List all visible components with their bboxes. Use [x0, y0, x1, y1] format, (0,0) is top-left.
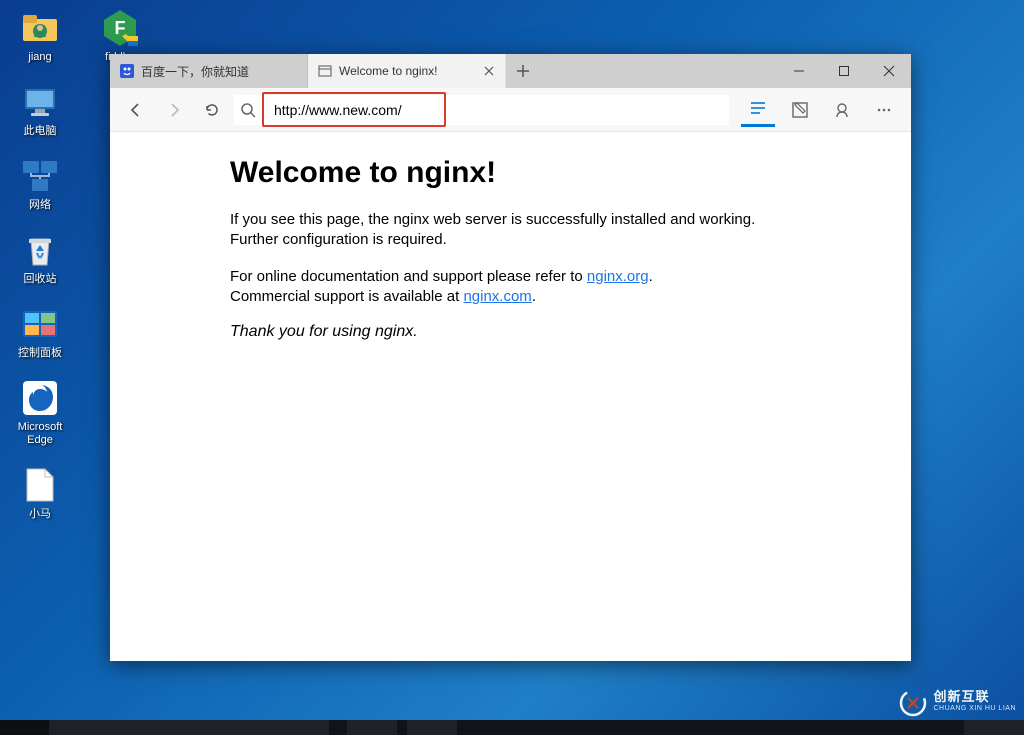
- close-button[interactable]: [866, 54, 911, 88]
- desktop: jiang 此电脑 网络 回收站 控制面板: [0, 0, 1024, 735]
- url-input[interactable]: [234, 95, 729, 125]
- desktop-icon-label: 控制面板: [18, 347, 62, 360]
- more-button[interactable]: [867, 93, 901, 127]
- tab-title: Welcome to nginx!: [339, 64, 476, 78]
- baidu-favicon-icon: [120, 64, 134, 78]
- new-tab-button[interactable]: [506, 54, 540, 88]
- tab-close-icon[interactable]: [483, 65, 495, 77]
- address-bar[interactable]: [234, 95, 729, 125]
- desktop-icon-recycle[interactable]: 回收站: [8, 230, 72, 286]
- tab-nginx[interactable]: Welcome to nginx!: [308, 54, 506, 88]
- desktop-icon-user[interactable]: jiang: [8, 8, 72, 64]
- taskbar-search[interactable]: [49, 720, 329, 735]
- recycle-bin-icon: [20, 230, 60, 270]
- window-controls: [776, 54, 911, 88]
- desktop-icon-file[interactable]: 小马: [8, 465, 72, 521]
- taskbar-tray[interactable]: [964, 720, 1024, 735]
- network-icon: [20, 156, 60, 196]
- search-icon: [234, 94, 262, 126]
- user-folder-icon: [20, 8, 60, 48]
- desktop-icon-control-panel[interactable]: 控制面板: [8, 304, 72, 360]
- desktop-icon-label: 网络: [29, 199, 51, 212]
- maximize-button[interactable]: [821, 54, 866, 88]
- page-thanks: Thank you for using nginx.: [230, 323, 791, 341]
- desktop-icon-edge[interactable]: Microsoft Edge: [8, 378, 72, 447]
- link-nginx-org[interactable]: nginx.org: [587, 268, 649, 285]
- desktop-icon-column: jiang 此电脑 网络 回收站 控制面板: [8, 8, 88, 521]
- share-button[interactable]: [825, 93, 859, 127]
- forward-button[interactable]: [158, 94, 190, 126]
- desktop-icon-label: 回收站: [24, 273, 57, 286]
- browser-window: 百度一下，你就知道 Welcome to nginx!: [110, 54, 911, 661]
- control-panel-icon: [20, 304, 60, 344]
- tab-title: 百度一下，你就知道: [141, 63, 297, 80]
- page-heading: Welcome to nginx!: [230, 156, 791, 190]
- desktop-icon-label: 此电脑: [24, 125, 57, 138]
- desktop-icon-label: 小马: [29, 508, 51, 521]
- start-button[interactable]: [0, 720, 49, 735]
- edge-icon: [20, 378, 60, 418]
- page-content: Welcome to nginx! If you see this page, …: [110, 132, 911, 661]
- link-nginx-com[interactable]: nginx.com: [463, 288, 531, 305]
- taskbar-item[interactable]: [407, 720, 457, 735]
- watermark-text-cn: 创新互联: [933, 691, 1016, 703]
- taskbar-item[interactable]: [347, 720, 397, 735]
- fiddler-icon: F: [100, 8, 140, 48]
- computer-icon: [20, 82, 60, 122]
- reading-view-button[interactable]: [741, 93, 775, 127]
- back-button[interactable]: [120, 94, 152, 126]
- tab-bar: 百度一下，你就知道 Welcome to nginx!: [110, 54, 911, 88]
- desktop-icon-label: jiang: [28, 51, 51, 64]
- page-paragraph: For online documentation and support ple…: [230, 267, 791, 308]
- svg-text:F: F: [115, 18, 126, 38]
- notes-button[interactable]: [783, 93, 817, 127]
- watermark: 创新互联 CHUANG XIN HU LIAN: [899, 689, 1016, 717]
- tab-baidu[interactable]: 百度一下，你就知道: [110, 54, 308, 88]
- toolbar: [110, 88, 911, 132]
- minimize-button[interactable]: [776, 54, 821, 88]
- watermark-logo-icon: [899, 689, 927, 717]
- desktop-icon-network[interactable]: 网络: [8, 156, 72, 212]
- taskbar[interactable]: [0, 720, 1024, 735]
- file-icon: [20, 465, 60, 505]
- desktop-icon-computer[interactable]: 此电脑: [8, 82, 72, 138]
- page-favicon-icon: [318, 64, 332, 78]
- desktop-icon-label: Microsoft Edge: [8, 421, 72, 447]
- watermark-text-en: CHUANG XIN HU LIAN: [933, 703, 1016, 715]
- page-paragraph: If you see this page, the nginx web serv…: [230, 210, 791, 251]
- refresh-button[interactable]: [196, 94, 228, 126]
